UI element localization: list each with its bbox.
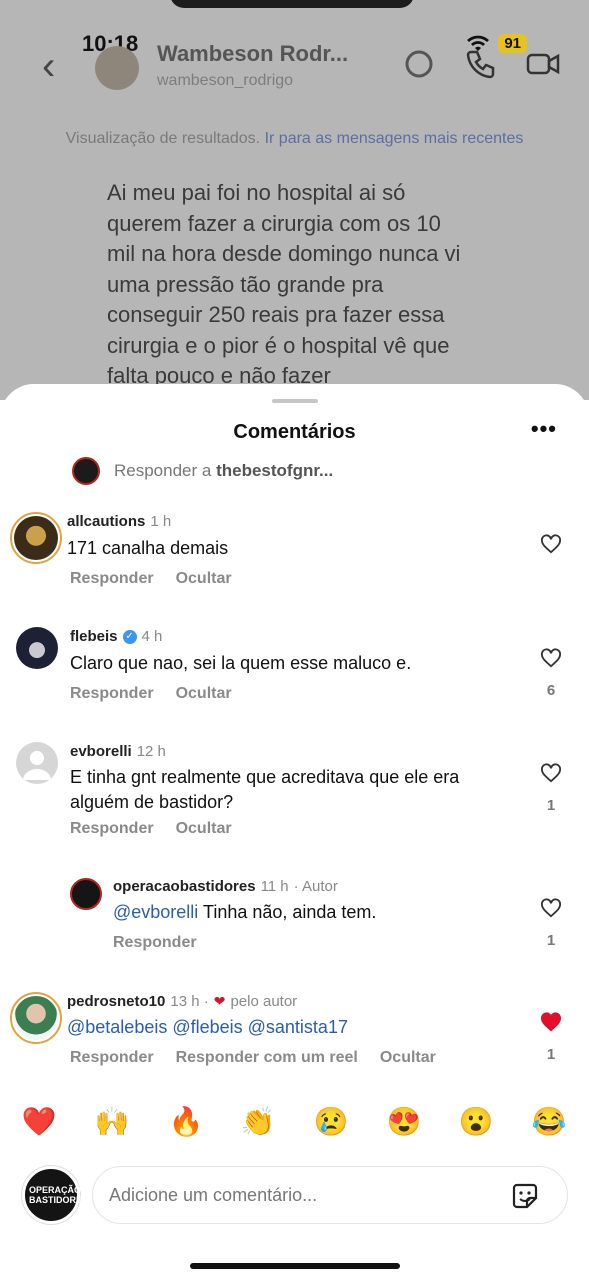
like-count: 1	[546, 797, 556, 814]
like-count: 1	[546, 932, 556, 949]
avatar[interactable]	[10, 992, 62, 1044]
comment-text: 171 canalha demais	[67, 538, 229, 558]
author-badge: · Autor	[293, 878, 338, 895]
liked-by-author-label: pelo autor	[230, 993, 298, 1010]
chat-name: Wambeson Rodr...	[157, 41, 349, 66]
post-author-avatar	[72, 457, 100, 485]
comment-username[interactable]: allcautions	[67, 513, 145, 530]
reply-button[interactable]: Responder	[70, 1049, 154, 1067]
reply-with-reel-button[interactable]: Responder com um reel	[176, 1049, 358, 1067]
comment-username[interactable]: pedrosneto10	[67, 993, 165, 1010]
comment-text: Claro que nao, sei la quem esse maluco e…	[70, 653, 412, 673]
heart-icon[interactable]	[540, 648, 562, 668]
more-options-icon[interactable]: •••	[531, 416, 557, 442]
dynamic-island	[170, 0, 414, 8]
heart-filled-icon[interactable]	[540, 1012, 562, 1032]
default-user-icon	[23, 751, 51, 780]
reply-to-post[interactable]: Responder a thebestofgnr...	[72, 457, 333, 485]
hide-button[interactable]: Ocultar	[176, 820, 232, 838]
red-heart-emoji[interactable]: ❤️	[20, 1103, 58, 1141]
chat-header-actions	[401, 46, 561, 82]
comment-time: 1 h	[150, 513, 172, 530]
reply-button[interactable]: Responder	[70, 820, 154, 838]
results-notice: Visualização de resultados. Ir para as m…	[65, 130, 524, 147]
avatar[interactable]	[16, 742, 58, 784]
reply-button[interactable]: Responder	[70, 685, 154, 703]
home-indicator	[190, 1263, 400, 1269]
like-count: 6	[546, 682, 556, 699]
comment-time: 13 h ·	[170, 993, 209, 1010]
comment-username[interactable]: operacaobastidores	[113, 878, 256, 895]
heart-eyes-emoji[interactable]: 😍	[385, 1103, 423, 1141]
reply-button[interactable]: Responder	[70, 570, 154, 588]
current-user-avatar: OPERAÇÃO BASTIDORES	[22, 1166, 88, 1224]
phone-icon[interactable]	[463, 46, 499, 82]
emoji-quick-bar: ❤️ 🙌 🔥 👏 😢 😍 😮 😂	[0, 1103, 589, 1147]
verified-badge-icon: ✓	[122, 629, 137, 644]
reply-button[interactable]: Responder	[113, 934, 197, 952]
chat-message: Ai meu pai foi no hospital ai só querem …	[107, 180, 461, 388]
hide-button[interactable]: Ocultar	[380, 1049, 436, 1067]
avatar[interactable]	[16, 627, 58, 669]
sticker-icon[interactable]	[509, 1180, 541, 1212]
avatar[interactable]	[10, 512, 62, 564]
comment-username[interactable]: flebeis	[70, 628, 118, 645]
hide-button[interactable]: Ocultar	[176, 685, 232, 703]
chat-avatar	[95, 46, 139, 90]
comment-time: 12 h	[136, 743, 166, 760]
comment-text: E tinha gnt realmente que acreditava que…	[70, 767, 460, 812]
raising-hands-emoji[interactable]: 🙌	[93, 1103, 131, 1141]
clapping-hands-emoji[interactable]: 👏	[239, 1103, 277, 1141]
heart-icon[interactable]	[540, 763, 562, 783]
comment-text: @evborelli Tinha não, ainda tem.	[113, 902, 377, 922]
fire-emoji[interactable]: 🔥	[167, 1103, 205, 1141]
hide-button[interactable]: Ocultar	[176, 570, 232, 588]
background-chat: 10:18 91 ‹ Wambeson Rodr... wambeson_rod…	[0, 0, 589, 400]
sheet-drag-handle[interactable]	[272, 399, 318, 403]
video-call-icon[interactable]	[525, 46, 561, 82]
avatar[interactable]	[70, 878, 102, 910]
comment-username[interactable]: evborelli	[70, 743, 132, 760]
heart-icon[interactable]	[540, 898, 562, 918]
comment-time: 11 h	[260, 878, 289, 895]
author-liked-heart-icon: ❤	[213, 993, 226, 1009]
comment-input-placeholder: Adicione um comentário...	[109, 1185, 318, 1205]
sheet-title: Comentários	[233, 421, 356, 443]
theme-icon[interactable]	[401, 46, 437, 82]
heart-icon[interactable]	[540, 534, 562, 554]
laughing-tears-emoji[interactable]: 😂	[530, 1103, 568, 1141]
back-chevron-icon[interactable]: ‹	[42, 44, 55, 89]
chat-username: wambeson_rodrigo	[157, 72, 294, 89]
surprised-face-emoji[interactable]: 😮	[457, 1103, 495, 1141]
go-to-recent-link[interactable]: Ir para as mensagens mais recentes	[265, 130, 524, 147]
crying-face-emoji[interactable]: 😢	[312, 1103, 350, 1141]
comment-input[interactable]: Adicione um comentário...	[92, 1166, 568, 1224]
like-count: 1	[546, 1046, 556, 1063]
mention-link[interactable]: @evborelli	[113, 902, 198, 922]
mention-link[interactable]: @betalebeis @flebeis @santista17	[67, 1017, 348, 1037]
comment-text: @betalebeis @flebeis @santista17	[67, 1015, 348, 1040]
comment-time: 4 h	[141, 628, 163, 645]
